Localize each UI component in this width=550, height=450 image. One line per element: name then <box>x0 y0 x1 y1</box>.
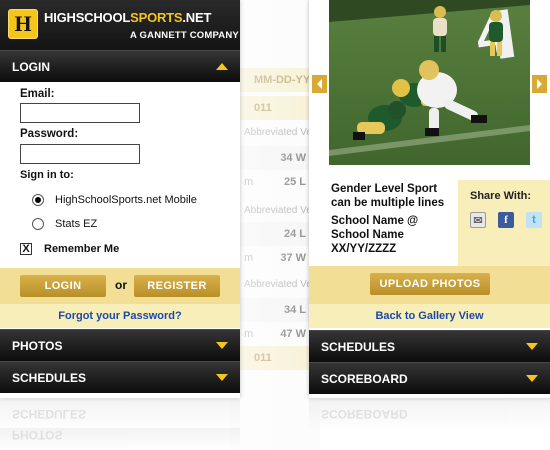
section-schedules-label: SCHEDULES <box>321 339 396 354</box>
bg-score-row: m 37 W <box>230 246 320 270</box>
expand-arrow-icon <box>526 375 538 382</box>
back-band: Back to Gallery View <box>309 304 550 328</box>
bg-score-row: 24 L <box>230 222 320 246</box>
caption-line: School Name <box>331 229 404 241</box>
twitter-icon[interactable]: t <box>526 212 542 228</box>
radio-selected-icon <box>32 194 44 206</box>
bg-subheader: Abbreviated Ver <box>244 204 316 216</box>
login-button[interactable]: LOGIN <box>20 275 106 297</box>
password-field[interactable] <box>20 144 140 164</box>
bg-score-row: m 25 L <box>230 170 320 194</box>
photo-area: 4 <box>309 0 550 180</box>
brand-header: H HIGHSCHOOLSPORTS.NET A GANNETT COMPANY <box>0 0 240 50</box>
caption-line: XX/YY/ZZZZ <box>331 243 397 255</box>
arrow-right-icon <box>537 79 542 89</box>
section-schedules[interactable]: SCHEDULES <box>309 330 550 362</box>
site-name: HIGHSCHOOLSPORTS.NET <box>44 10 212 25</box>
bg-score-row: 34 L <box>230 298 320 322</box>
bg-date-header: MM-DD-YYY <box>230 68 320 92</box>
caption-line: Gender Level Sport <box>331 183 438 195</box>
section-scoreboard[interactable]: SCOREBOARD <box>309 362 550 394</box>
caption-line: School Name @ <box>331 215 419 227</box>
reflection-photos: PHOTOS <box>0 428 240 450</box>
sign-in-to-label: Sign in to: <box>20 169 74 181</box>
prev-photo-button[interactable] <box>312 75 327 93</box>
password-label: Password: <box>20 128 79 140</box>
next-photo-button[interactable] <box>532 75 547 93</box>
radio-unselected-icon <box>32 218 44 230</box>
email-icon[interactable]: ✉ <box>470 212 486 228</box>
photo-caption: Gender Level Sport can be multiple lines… <box>331 182 461 256</box>
company-tagline: A GANNETT COMPANY <box>130 30 239 41</box>
forgot-password-link[interactable]: Forgot your Password? <box>58 310 181 322</box>
share-title: Share With: <box>470 190 532 202</box>
email-label: Email: <box>20 88 55 100</box>
section-login[interactable]: LOGIN <box>0 50 240 82</box>
back-to-gallery-link[interactable]: Back to Gallery View <box>375 310 483 322</box>
radio-option-label: HighSchoolSports.net Mobile <box>55 194 197 206</box>
section-photos-label: PHOTOS <box>12 338 63 353</box>
expand-arrow-icon <box>216 374 228 381</box>
checkbox-icon: X <box>20 243 32 255</box>
expand-arrow-icon <box>216 342 228 349</box>
collapse-arrow-icon <box>216 63 228 70</box>
facebook-icon[interactable]: f <box>498 212 514 228</box>
bg-subheader: Abbreviated Ver <box>244 126 316 138</box>
football-photo: 4 <box>329 0 530 165</box>
upload-photos-button[interactable]: UPLOAD PHOTOS <box>370 273 490 295</box>
section-schedules[interactable]: SCHEDULES <box>0 361 240 393</box>
bg-year-header: 011 <box>230 96 320 120</box>
radio-option-statsez[interactable]: Stats EZ <box>32 218 97 230</box>
bg-subheader: Abbreviated Ver <box>244 278 316 290</box>
section-scoreboard-label: SCOREBOARD <box>321 371 408 386</box>
login-screen: H HIGHSCHOOLSPORTS.NET A GANNETT COMPANY… <box>0 0 240 398</box>
email-field[interactable] <box>20 103 140 123</box>
register-button[interactable]: REGISTER <box>134 275 220 297</box>
arrow-left-icon <box>317 79 322 89</box>
reflection-schedules: SCHEDULES <box>0 398 240 430</box>
bg-year-header: 011 <box>230 346 320 370</box>
share-box: Share With: ✉ f t <box>458 180 550 266</box>
section-login-label: LOGIN <box>12 59 50 74</box>
radio-option-mobile[interactable]: HighSchoolSports.net Mobile <box>32 194 197 206</box>
bg-score-row: m 47 W <box>230 322 320 346</box>
remember-me-label: Remember Me <box>44 243 120 255</box>
bg-score-row: 34 W <box>230 146 320 170</box>
caption-line: can be multiple lines <box>331 197 445 209</box>
forgot-password-band: Forgot your Password? <box>0 304 240 328</box>
background-schedule-screen: MM-DD-YYY 011 Abbreviated Ver 34 W m 25 L… <box>230 0 320 450</box>
section-schedules-label: SCHEDULES <box>12 370 87 385</box>
expand-arrow-icon <box>526 343 538 350</box>
reflection-scoreboard: SCOREBOARD <box>309 398 550 430</box>
logo-icon: H <box>8 9 38 39</box>
radio-option-label: Stats EZ <box>55 218 98 230</box>
remember-me-checkbox[interactable]: X Remember Me <box>20 243 119 255</box>
gallery-screen: 4 <box>309 0 550 398</box>
or-separator: or <box>115 278 127 292</box>
section-photos[interactable]: PHOTOS <box>0 329 240 361</box>
